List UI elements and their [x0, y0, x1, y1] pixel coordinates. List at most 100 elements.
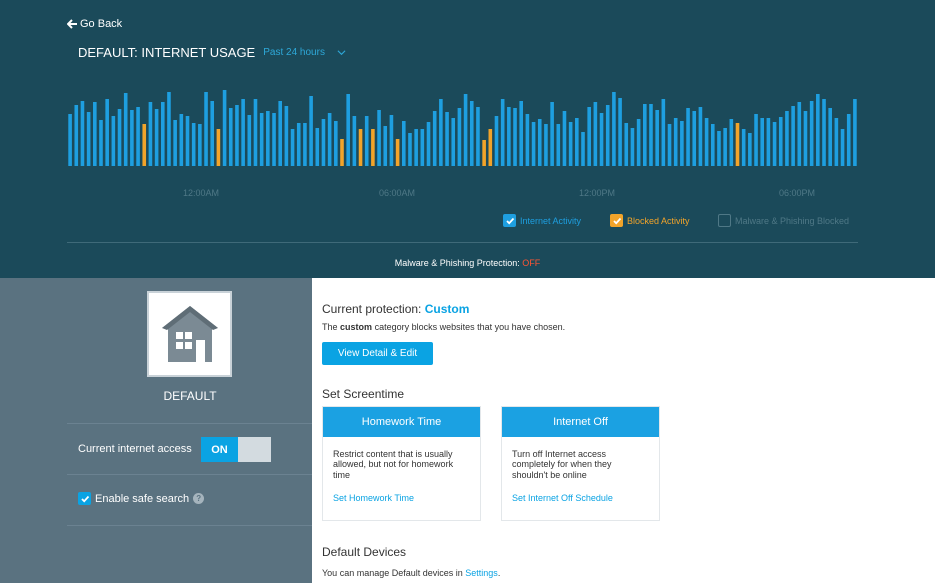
sidebar-divider [67, 423, 312, 424]
internet-activity-bar [117, 109, 122, 166]
internet-activity-bar [327, 113, 332, 166]
header-divider [67, 242, 858, 243]
blocked-activity-bar [340, 139, 344, 166]
internet-activity-bar [111, 116, 116, 166]
internet-activity-bar [130, 110, 134, 166]
internet-activity-bar [649, 104, 653, 166]
internet-activity-bar [636, 119, 641, 166]
sidebar-divider [67, 525, 312, 526]
internet-activity-bar [797, 102, 802, 166]
current-protection-label: Current protection: [322, 302, 422, 316]
checkbox-checked-icon[interactable] [610, 214, 623, 227]
internet-activity-bar [364, 116, 369, 166]
internet-activity-bar [463, 94, 468, 166]
internet-activity-bar [222, 90, 227, 166]
internet-activity-bar [86, 112, 91, 166]
safe-search-label: Enable safe search [95, 492, 190, 505]
internet-activity-bar [581, 132, 585, 166]
checkbox-unchecked-icon[interactable] [718, 214, 731, 227]
internet-activity-bar [494, 116, 499, 166]
set-internet-off-schedule-link[interactable]: Set Internet Off Schedule [502, 485, 659, 503]
blocked-activity-bar [488, 129, 493, 166]
card-title: Homework Time [323, 407, 480, 437]
internet-activity-bar [253, 99, 258, 166]
internet-activity-bar [414, 129, 418, 166]
internet-activity-bar [309, 96, 313, 166]
internet-access-toggle[interactable]: ON [201, 437, 271, 462]
internet-activity-bar [173, 120, 177, 166]
internet-activity-bar [247, 115, 252, 166]
legend-malware-blocked[interactable]: Malware & Phishing Blocked [718, 214, 849, 227]
internet-activity-bar [513, 108, 517, 166]
internet-activity-bar [587, 107, 591, 166]
internet-off-card: Internet Off Turn off Internet access co… [501, 406, 660, 521]
internet-activity-bar [241, 99, 245, 166]
legend-label: Internet Activity [520, 215, 582, 226]
internet-activity-bar [185, 116, 190, 166]
internet-activity-bar [426, 122, 431, 166]
usage-header: Go Back DEFAULT: INTERNET USAGE Past 24 … [0, 0, 935, 278]
internet-activity-bar [346, 94, 350, 166]
internet-activity-bar [235, 105, 239, 166]
internet-activity-bar [760, 118, 765, 166]
internet-activity-bar [160, 102, 165, 166]
legend-label: Malware & Phishing Blocked [735, 215, 850, 226]
internet-activity-bar [228, 108, 233, 166]
internet-activity-bar [544, 124, 548, 166]
homework-time-card: Homework Time Restrict content that is u… [322, 406, 481, 521]
internet-activity-bar [618, 98, 622, 166]
internet-activity-bar [476, 107, 480, 166]
internet-activity-bar [123, 93, 128, 166]
default-devices-heading: Default Devices [322, 545, 407, 559]
view-detail-edit-button[interactable]: View Detail & Edit [322, 342, 433, 365]
settings-link[interactable]: Settings [465, 568, 498, 578]
x-tick-label: 12:00AM [182, 188, 220, 198]
card-description: Restrict content that is usually allowed… [333, 449, 454, 480]
internet-activity-bar [272, 113, 276, 166]
internet-activity-bar [68, 114, 72, 166]
internet-activity-bar [686, 108, 690, 166]
profile-name: DEFAULT [163, 389, 217, 403]
internet-activity-bar [401, 121, 406, 166]
internet-activity-bar [296, 123, 301, 166]
internet-activity-bar [389, 115, 394, 166]
screentime-heading: Set Screentime [322, 387, 405, 401]
profile-avatar [147, 291, 232, 377]
internet-activity-bar [667, 124, 672, 166]
internet-activity-bar [791, 106, 795, 166]
safe-search-checkbox[interactable] [78, 492, 91, 505]
help-icon[interactable]: ? [193, 493, 205, 504]
x-tick-label: 12:00PM [578, 188, 616, 198]
set-homework-time-link[interactable]: Set Homework Time [323, 485, 480, 503]
internet-activity-bar [778, 117, 783, 166]
internet-activity-bar [451, 118, 456, 166]
legend-internet-activity[interactable]: Internet Activity [503, 214, 581, 227]
internet-activity-bar [99, 120, 103, 166]
internet-activity-bar [692, 111, 697, 166]
x-tick-label: 06:00AM [378, 188, 416, 198]
internet-activity-bar [630, 128, 635, 166]
card-title: Internet Off [502, 407, 659, 437]
internet-activity-bar [154, 109, 159, 166]
checkbox-checked-icon[interactable] [503, 214, 516, 227]
internet-activity-bar [550, 102, 554, 166]
internet-activity-bar [210, 101, 215, 166]
description-text: . [497, 568, 501, 578]
internet-activity-bar [420, 129, 425, 166]
internet-activity-bar [822, 99, 826, 166]
malware-protection-state[interactable]: OFF [522, 258, 540, 268]
internet-activity-bar [469, 101, 474, 166]
legend-label: Blocked Activity [627, 215, 690, 226]
internet-activity-bar [377, 110, 381, 166]
internet-activity-bar [840, 129, 845, 166]
internet-activity-bar [748, 133, 752, 166]
blocked-activity-bar [371, 129, 375, 166]
internet-activity-bar [834, 118, 839, 166]
card-description: Turn off Internet access completely for … [512, 449, 612, 480]
internet-activity-bar [846, 114, 851, 166]
internet-activity-bar [531, 122, 536, 166]
legend-blocked-activity[interactable]: Blocked Activity [610, 214, 690, 227]
internet-activity-bar [408, 133, 412, 166]
internet-activity-bar [704, 118, 709, 166]
internet-activity-bar [519, 101, 524, 166]
